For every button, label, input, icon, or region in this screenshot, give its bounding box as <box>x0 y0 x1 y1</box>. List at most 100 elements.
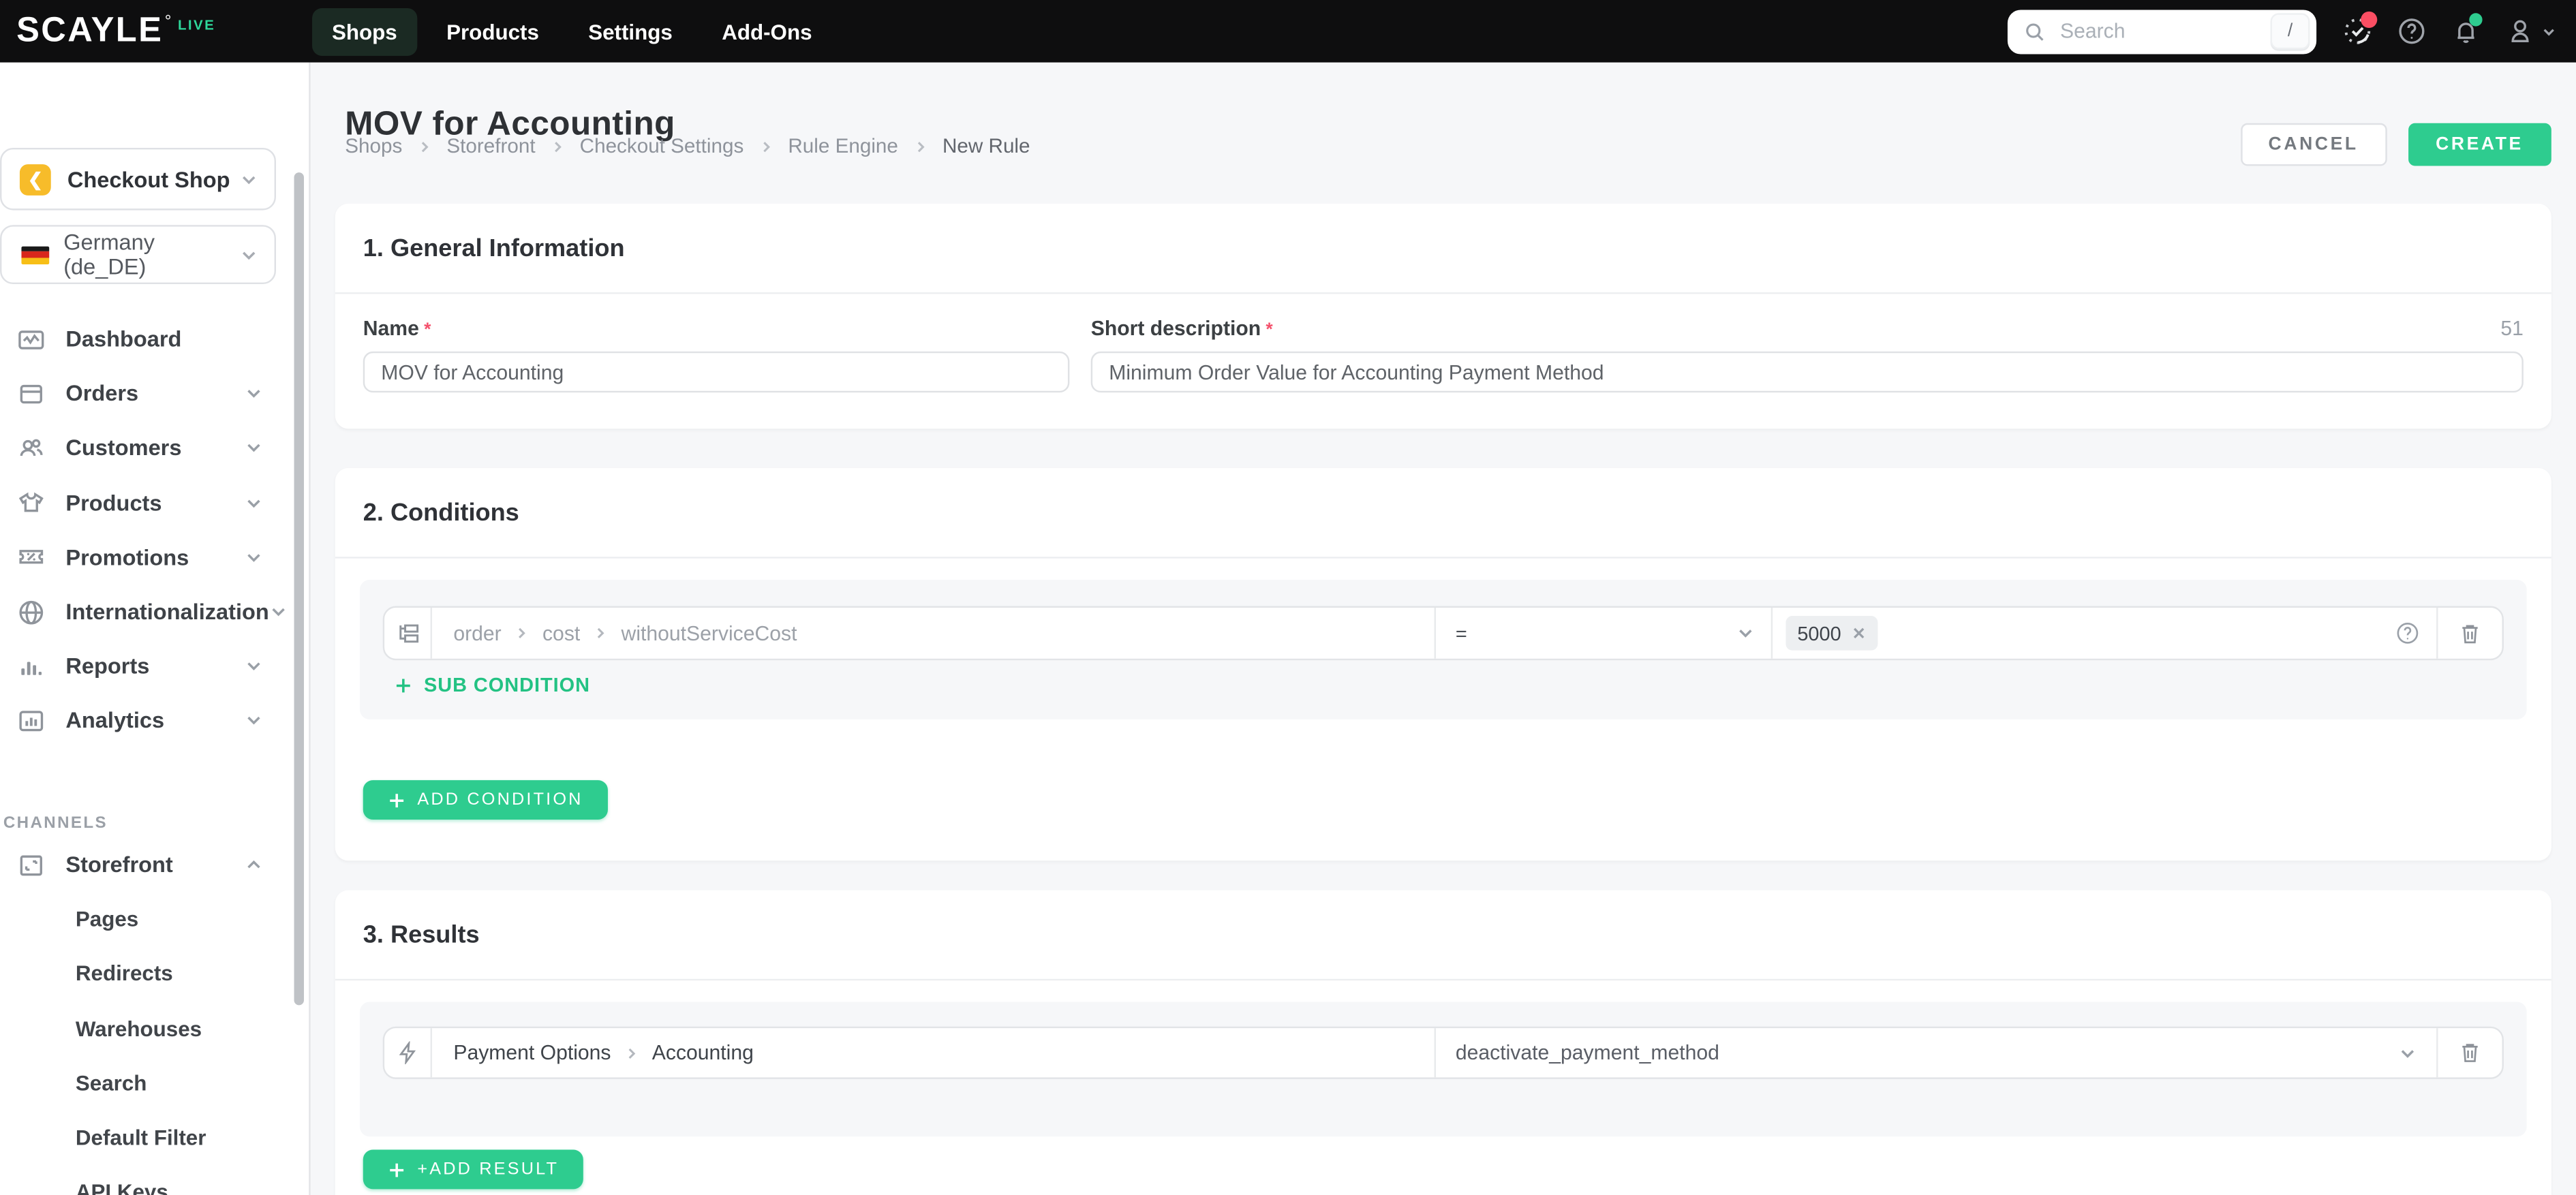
section-heading: 2. Conditions <box>363 498 519 527</box>
sidebar-item-redirects[interactable]: Redirects <box>0 946 309 1001</box>
chevron-down-icon <box>245 439 263 458</box>
tasks-icon[interactable] <box>2343 11 2378 46</box>
sidebar-item-api-keys[interactable]: API Keys <box>0 1164 309 1195</box>
bell-notification-badge <box>2469 13 2483 27</box>
lightning-icon <box>384 1028 433 1078</box>
sidebar-subitem-label: Search <box>75 1070 147 1096</box>
sidebar-item-label: Dashboard <box>65 326 182 352</box>
sidebar: ❮ Checkout Shop Germany (de_DE) Dashboar… <box>0 62 311 1195</box>
topbar-icons <box>2343 11 2556 46</box>
chevron-up-icon <box>245 856 263 874</box>
breadcrumb-new-rule: New Rule <box>942 134 1030 158</box>
search-input[interactable] <box>2057 18 2271 45</box>
global-search[interactable]: / <box>2007 9 2317 54</box>
results-header: 3. Results <box>335 890 2551 981</box>
add-result-label: +ADD RESULT <box>417 1159 559 1179</box>
result-group-panel: Payment Options Accounting deactivate_pa… <box>359 1002 2527 1137</box>
logo-text: SCAYLE <box>16 11 164 50</box>
shop-selector[interactable]: ❮ Checkout Shop <box>0 147 276 211</box>
help-circle-icon[interactable] <box>2395 621 2420 645</box>
chevron-right-icon <box>913 139 928 154</box>
breadcrumb-rule-engine[interactable]: Rule Engine <box>788 135 898 158</box>
sidebar-item-analytics[interactable]: Analytics <box>0 694 309 748</box>
sidebar-item-default-filter[interactable]: Default Filter <box>0 1110 309 1164</box>
account-menu[interactable] <box>2505 16 2556 46</box>
cancel-button[interactable]: CANCEL <box>2240 123 2387 166</box>
add-sub-condition-link[interactable]: SUB CONDITION <box>395 673 590 696</box>
short-description-field[interactable] <box>1090 351 2524 393</box>
sidebar-scrollbar[interactable] <box>294 172 304 1006</box>
sidebar-item-search[interactable]: Search <box>0 1055 309 1110</box>
sidebar-item-pages[interactable]: Pages <box>0 892 309 946</box>
slash-shortcut-key: / <box>2270 13 2310 50</box>
nav-add-ons[interactable]: Add-Ons <box>702 7 831 55</box>
search-icon <box>2024 20 2045 42</box>
result-action-value: deactivate_payment_method <box>1455 1041 1719 1065</box>
sidebar-subitem-label: Default Filter <box>75 1125 206 1150</box>
condition-attribute-picker[interactable]: order cost withoutServiceCost <box>432 608 1435 659</box>
live-badge: LIVE <box>177 16 216 33</box>
sidebar-item-dashboard[interactable]: Dashboard <box>0 312 309 367</box>
chevron-right-icon <box>515 625 530 640</box>
viewport: SCAYLE ° LIVE Shops Products Settings Ad… <box>0 0 2576 1195</box>
conditions-header: 2. Conditions <box>335 468 2551 559</box>
operator-value: = <box>1455 621 1467 645</box>
condition-value-input[interactable]: 5000 <box>1770 607 2436 659</box>
breadcrumb-storefront[interactable]: Storefront <box>446 135 535 158</box>
sidebar-item-products[interactable]: Products <box>0 476 309 530</box>
topbar-right: / <box>2007 9 2556 54</box>
sidebar-item-customers[interactable]: Customers <box>0 421 309 476</box>
breadcrumb-checkout-settings[interactable]: Checkout Settings <box>580 135 744 158</box>
short-description-field-group: Short description * 51 <box>1090 317 2524 393</box>
sidebar-item-promotions[interactable]: Promotions <box>0 530 309 585</box>
sidebar-item-label: Promotions <box>65 544 189 570</box>
sidebar-item-reports[interactable]: Reports <box>0 639 309 694</box>
condition-group-panel: order cost withoutServiceCost = 5000 SUB… <box>359 579 2527 719</box>
value-tag: 5000 <box>1785 616 1877 651</box>
operator-select[interactable]: = <box>1434 607 1771 659</box>
sidebar-item-warehouses[interactable]: Warehouses <box>0 1001 309 1055</box>
add-result-button[interactable]: +ADD RESULT <box>363 1149 584 1190</box>
result-target-picker[interactable]: Payment Options Accounting <box>432 1028 1435 1077</box>
sidebar-item-internationalization[interactable]: Internationalization <box>0 585 309 639</box>
help-icon[interactable] <box>2397 16 2426 46</box>
nav-products[interactable]: Products <box>427 7 559 55</box>
locale-selector[interactable]: Germany (de_DE) <box>0 225 276 285</box>
nav-shops[interactable]: Shops <box>312 7 417 55</box>
scayle-logo: SCAYLE ° LIVE <box>16 12 296 51</box>
name-field[interactable] <box>363 351 1070 393</box>
user-icon <box>2505 16 2534 46</box>
chevron-right-icon <box>417 139 432 154</box>
bell-icon[interactable] <box>2451 13 2483 46</box>
general-information-card: 1. General Information Name * Short desc… <box>335 203 2551 429</box>
breadcrumb-shops[interactable]: Shops <box>345 135 402 158</box>
result-row: Payment Options Accounting deactivate_pa… <box>382 1026 2504 1079</box>
chevron-down-icon <box>245 657 263 676</box>
create-button[interactable]: CREATE <box>2408 123 2551 166</box>
sidebar-item-label: Analytics <box>65 708 165 734</box>
remove-value-icon[interactable] <box>1851 625 1866 640</box>
sidebar-subitem-label: Warehouses <box>75 1016 202 1041</box>
sidebar-item-storefront[interactable]: Storefront <box>0 837 309 892</box>
result-action-select[interactable]: deactivate_payment_method <box>1434 1028 2437 1078</box>
chevron-down-icon <box>269 603 288 621</box>
chevron-down-icon <box>1736 624 1755 642</box>
sidebar-subitem-label: API Keys <box>75 1179 168 1195</box>
main-content: MOV for Accounting Shops Storefront Chec… <box>310 62 2576 1195</box>
delete-result-button[interactable] <box>2436 1028 2502 1078</box>
chevron-down-icon <box>245 548 263 567</box>
path-segment: Payment Options <box>453 1041 611 1065</box>
conditions-card: 2. Conditions order cost withoutServiceC… <box>335 468 2551 861</box>
chevron-down-icon <box>2399 1044 2417 1062</box>
nav-settings[interactable]: Settings <box>568 7 692 55</box>
sidebar-item-orders[interactable]: Orders <box>0 367 309 421</box>
add-condition-button[interactable]: ADD CONDITION <box>363 780 608 820</box>
delete-condition-button[interactable] <box>2436 607 2502 659</box>
analytics-icon <box>16 706 46 735</box>
general-information-header: 1. General Information <box>335 204 2551 294</box>
shop-selector-label: Checkout Shop <box>67 166 230 191</box>
section-heading: 3. Results <box>363 920 480 949</box>
name-field-label: Name <box>363 317 419 341</box>
hierarchy-icon <box>384 607 433 659</box>
internationalization-icon <box>16 597 46 626</box>
